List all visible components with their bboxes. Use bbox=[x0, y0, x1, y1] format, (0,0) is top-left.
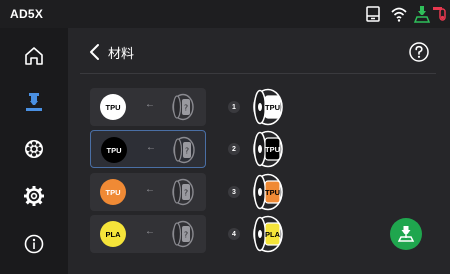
unassigned-spool-icon: ? bbox=[172, 178, 194, 206]
sidebar-item-settings[interactable] bbox=[14, 176, 54, 216]
slot-number: 1 bbox=[228, 101, 240, 113]
device-name: AD5X bbox=[10, 7, 44, 21]
mapping-arrow: ← bbox=[145, 99, 155, 110]
material-mapping-row[interactable]: TPU ←? bbox=[90, 88, 206, 126]
mapping-arrow: ← bbox=[145, 226, 155, 237]
info-icon bbox=[24, 234, 44, 254]
material-mapping-row[interactable]: PLA ←? bbox=[90, 215, 206, 253]
unload-filament-button[interactable] bbox=[390, 218, 422, 250]
help-icon[interactable] bbox=[408, 41, 430, 63]
spool-icon bbox=[25, 140, 43, 158]
status-bar: AD5X bbox=[0, 0, 450, 28]
unassigned-spool-icon: ? bbox=[172, 220, 194, 248]
unassigned-spool-icon: ? bbox=[173, 136, 195, 164]
sidebar-item-home[interactable] bbox=[14, 36, 54, 76]
slot-number: 4 bbox=[228, 228, 240, 240]
gear-icon bbox=[24, 186, 44, 206]
unknown-material-label: ? bbox=[184, 189, 188, 198]
filament-slot-spool[interactable]: TPU bbox=[246, 173, 286, 211]
slot-material-label: TPU bbox=[265, 188, 280, 197]
sidebar-item-print[interactable] bbox=[14, 82, 54, 122]
slot-material-label: TPU bbox=[265, 145, 280, 154]
header-divider bbox=[80, 73, 436, 74]
sidebar bbox=[0, 28, 68, 274]
filament-alert-icon bbox=[433, 7, 446, 21]
printing-status-icon bbox=[413, 6, 431, 23]
unknown-material-label: ? bbox=[184, 104, 188, 113]
sidebar-item-info[interactable] bbox=[14, 224, 54, 264]
slot-material-label: TPU bbox=[265, 103, 280, 112]
wifi-icon bbox=[391, 7, 407, 22]
material-mapping-row[interactable]: TPU ←? bbox=[90, 130, 206, 168]
slot-number: 3 bbox=[228, 186, 240, 198]
source-material-badge: TPU bbox=[100, 94, 126, 120]
printer-status-icon bbox=[366, 6, 380, 22]
unassigned-spool-icon: ? bbox=[172, 93, 194, 121]
chevron-left-icon[interactable] bbox=[86, 42, 104, 62]
unknown-material-label: ? bbox=[184, 231, 188, 240]
nozzle-icon bbox=[26, 93, 42, 111]
unload-filament-icon bbox=[397, 226, 415, 242]
sidebar-item-material[interactable] bbox=[14, 129, 54, 169]
filament-slot-spool[interactable]: TPU bbox=[246, 130, 286, 168]
source-material-badge: PLA bbox=[100, 221, 126, 247]
mapping-arrow: ← bbox=[146, 142, 156, 153]
slot-number: 2 bbox=[228, 143, 240, 155]
filament-slot-spool[interactable]: PLA bbox=[246, 215, 286, 253]
source-material-badge: TPU bbox=[100, 179, 126, 205]
page-title: 材料 bbox=[108, 46, 135, 61]
mapping-arrow: ← bbox=[145, 184, 155, 195]
slot-material-label: PLA bbox=[265, 230, 281, 239]
material-mapping-row[interactable]: TPU ←? bbox=[90, 173, 206, 211]
filament-slot-spool[interactable]: TPU bbox=[246, 88, 286, 126]
material-panel: 材料 TPU ←? TPU ←? TPU ←? PLA ←? 1 TPU 2 TPU 3 TPU 4 PLA bbox=[68, 28, 450, 274]
home-icon bbox=[25, 47, 43, 65]
source-material-badge: TPU bbox=[101, 137, 127, 163]
unknown-material-label: ? bbox=[185, 147, 189, 156]
